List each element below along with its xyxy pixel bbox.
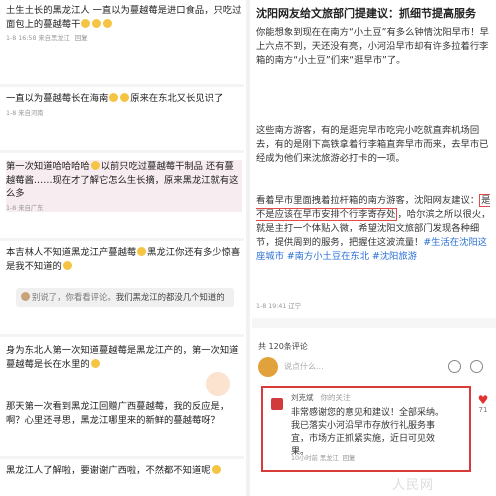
reply-button[interactable]: 回复 (75, 35, 88, 42)
comment-2: 一直以为蔓越莓长在海南 原来在东北又长见识了 1-8 来自河南 (6, 92, 242, 117)
emoji-icon (109, 93, 119, 102)
post-paragraph-2: 这些南方游客，有的是逛完早市吃完小吃就直奔机场回去，有的是刚下高铁拿着行李箱直奔… (256, 125, 489, 164)
post-paragraph-3: 看着早市里面拽着拉杆箱的南方游客，沈阳网友建议： 是不是应该在早市安排个行李寄存处… (256, 194, 492, 264)
comment-3: 第一次知道哈哈哈哈 以前只吃过蔓越莓干制品 还有蔓越莓酱……现在才了解它怎么生长摘… (6, 160, 242, 212)
sub-reply[interactable]: 别说了，你看看评论。我们黑龙江的都没几个知道的 (16, 288, 234, 307)
post-meta: 1-8 19:41 辽宁 (256, 303, 302, 310)
official-reply-highlight: 刘克斌 你的关注 非常感谢您的意见和建议！全部采纳。我已落实小河沿早市存放行礼服务… (261, 386, 471, 472)
comment-input[interactable]: 说点什么... (284, 361, 324, 372)
comment-1: 土生土长的黑龙江人 一直以为蔓越莓是进口食品，只吃过面包上的蔓越莓干 1-8 1… (6, 4, 242, 42)
post-paragraph-1: 你能想象到现在在南方“小土豆”有多么钟情沈阳早市！早上六点不到，天还没有亮，小河… (256, 27, 489, 66)
emoji-icon (92, 18, 102, 28)
comment-meta: 10小时前 黑龙江 (291, 455, 339, 462)
panel-divider (246, 0, 250, 496)
emoji-icon[interactable] (470, 360, 483, 373)
comment-text: 身为东北人第一次知道蔓越莓是黑龙江产的，第一次知道蔓越莓是长在水里的 (6, 345, 239, 370)
official-avatar (271, 398, 283, 410)
comment-text: 那天第一次看到黑龙江回赠广西蔓越莓，我的反应是，啊？心里还寻思，黑龙江哪里来的新… (6, 401, 230, 426)
heart-icon: ♥ (477, 393, 489, 407)
sub-reply-lead: 别说了，你看看评论。 (32, 292, 116, 302)
comment-text: 第一次知道哈哈哈哈 (6, 161, 90, 172)
comment-meta: 1-8 16:58 来自黑龙江 (6, 35, 70, 42)
divider (0, 238, 244, 241)
comment-7: 黑龙江人了解啦，要谢谢广西啦，不然都不知道呢 (6, 464, 242, 478)
comment-text-2: 原来在东北又长见识了 (130, 93, 224, 104)
divider (0, 84, 244, 87)
like-count: 71 (478, 406, 488, 414)
sub-reply-text: 我们黑龙江的都没几个知道的 (115, 292, 225, 302)
avatar (258, 357, 278, 377)
official-reply-text: 非常感谢您的意见和建议！全部采纳。我已落实小河沿早市存放行礼服务事宜，市场方正抓… (291, 408, 445, 457)
avatar (21, 292, 30, 301)
emoji-icon (120, 93, 130, 102)
comment-text: 本吉林人不知道黑龙江产蔓越莓 (6, 247, 137, 258)
section-divider (252, 318, 496, 328)
sticker-icon (206, 372, 230, 396)
comment-text: 黑龙江人了解啦，要谢谢广西啦，不然都不知道呢 (6, 465, 211, 476)
emoji-icon (62, 260, 72, 270)
comment-meta: 1-8 来自广东 (6, 204, 44, 212)
emoji-icon (81, 18, 91, 28)
watermark: 人民网 (392, 478, 435, 493)
commenter-name[interactable]: 刘克斌 (291, 393, 314, 402)
comment-input-bar[interactable]: 说点什么... (258, 356, 490, 378)
post-title: 沈阳网友给文旅部门提建议：抓细节提高服务 (256, 7, 476, 20)
comment-6: 那天第一次看到黑龙江回赠广西蔓越莓，我的反应是，啊？心里还寻思，黑龙江哪里来的新… (6, 400, 242, 427)
emoji-icon (90, 161, 100, 170)
comment-meta: 1-8 来自河南 (6, 109, 44, 117)
post-panel-right: 沈阳网友给文旅部门提建议：抓细节提高服务 你能想象到现在在南方“小土豆”有多么钟… (252, 0, 496, 496)
reply-button[interactable]: 回复 (343, 455, 356, 462)
emoji-icon (137, 247, 147, 256)
comments-panel-left: 土生土长的黑龙江人 一直以为蔓越莓是进口食品，只吃过面包上的蔓越莓干 1-8 1… (0, 0, 244, 496)
divider (0, 334, 244, 337)
emoji-icon (103, 18, 113, 28)
at-icon[interactable] (448, 360, 461, 373)
comment-4: 本吉林人不知道黑龙江产蔓越莓 黑龙江你还有多少惊喜是我不知道的 (6, 246, 242, 273)
divider (0, 456, 244, 459)
comment-text: 一直以为蔓越莓长在海南 (6, 93, 109, 104)
comment-count: 共 120条评论 (258, 342, 308, 351)
paragraph-text: 看着早市里面拽着拉杆箱的南方游客，沈阳网友建议： (256, 195, 480, 206)
follow-tag: 你的关注 (320, 393, 351, 402)
comment-text: 土生土长的黑龙江人 一直以为蔓越莓是进口食品，只吃过面包上的蔓越莓干 (6, 5, 242, 30)
emoji-icon (211, 465, 221, 474)
like-button[interactable]: ♥ 71 (476, 394, 490, 414)
divider (0, 150, 244, 153)
comment-5: 身为东北人第一次知道蔓越莓是黑龙江产的，第一次知道蔓越莓是长在水里的 (6, 344, 242, 371)
emoji-icon (90, 358, 100, 368)
